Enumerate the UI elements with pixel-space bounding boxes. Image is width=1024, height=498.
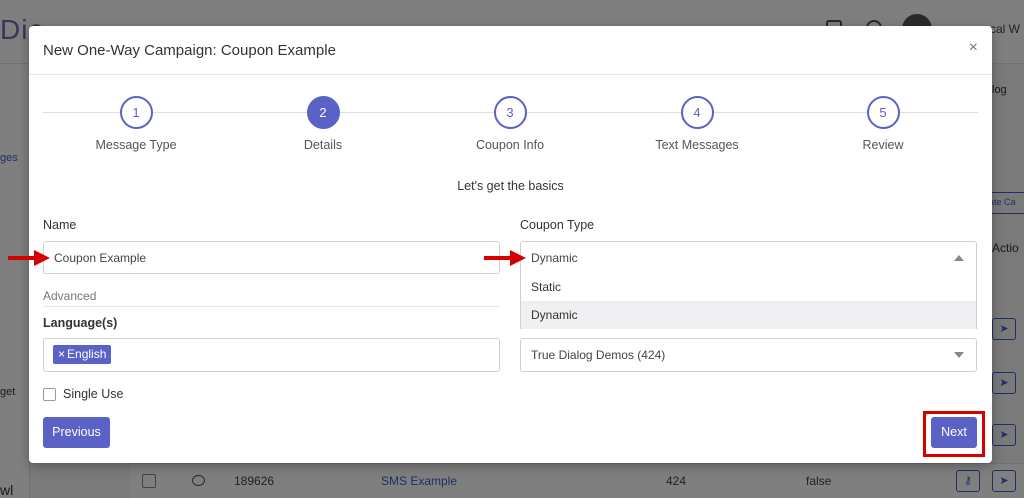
step-message-type[interactable]: 1 Message Type — [56, 96, 216, 152]
step-number: 3 — [493, 96, 527, 129]
step-label: Review — [862, 138, 904, 152]
single-use-label[interactable]: Single Use — [63, 387, 123, 401]
coupon-type-label: Coupon Type — [520, 218, 595, 232]
previous-button[interactable]: Previous — [43, 417, 110, 448]
next-button[interactable]: Next — [931, 417, 977, 448]
single-use-checkbox[interactable] — [43, 388, 56, 401]
annotation-arrow-icon — [484, 250, 526, 266]
step-details[interactable]: 2 Details — [243, 96, 403, 152]
option-dynamic[interactable]: Dynamic — [521, 301, 976, 329]
chevron-up-icon — [954, 255, 964, 261]
account-select-value: True Dialog Demos (424) — [531, 348, 666, 362]
divider — [43, 306, 500, 307]
step-number: 1 — [119, 96, 153, 129]
coupon-type-dropdown: Static Dynamic — [520, 273, 977, 329]
modal-title: New One-Way Campaign: Coupon Example — [43, 42, 336, 59]
close-icon[interactable]: × — [969, 39, 978, 57]
language-multiselect[interactable]: × English — [43, 338, 500, 372]
step-label: Coupon Info — [475, 138, 545, 152]
name-label: Name — [43, 218, 77, 232]
step-number: 5 — [866, 96, 900, 129]
step-coupon-info[interactable]: 3 Coupon Info — [430, 96, 590, 152]
tag-label: English — [67, 347, 107, 361]
language-label: Language(s) — [43, 316, 118, 330]
account-select[interactable]: True Dialog Demos (424) — [520, 338, 977, 372]
step-text-messages[interactable]: 4 Text Messages — [617, 96, 777, 152]
step-label: Details — [303, 138, 343, 152]
section-intro: Let's get the basics — [457, 179, 564, 193]
campaign-modal: New One-Way Campaign: Coupon Example × 1… — [29, 26, 992, 463]
step-label: Message Type — [95, 138, 177, 152]
modal-header: New One-Way Campaign: Coupon Example × — [29, 26, 992, 75]
wizard-stepper: 1 Message Type 2 Details 3 Coupon Info 4… — [43, 96, 978, 156]
chevron-down-icon — [954, 352, 964, 358]
step-review[interactable]: 5 Review — [803, 96, 963, 152]
option-static[interactable]: Static — [521, 273, 976, 301]
advanced-toggle[interactable]: Advanced — [43, 289, 96, 303]
coupon-type-value: Dynamic — [531, 251, 578, 265]
step-label: Text Messages — [655, 138, 739, 152]
name-input[interactable]: Coupon Example — [43, 241, 500, 274]
tag-remove-icon[interactable]: × — [58, 347, 65, 361]
coupon-type-select[interactable]: Dynamic — [520, 241, 977, 274]
step-number: 2 — [306, 96, 340, 129]
language-tag: × English — [53, 345, 112, 364]
step-number: 4 — [680, 96, 714, 129]
annotation-arrow-icon — [8, 250, 50, 266]
